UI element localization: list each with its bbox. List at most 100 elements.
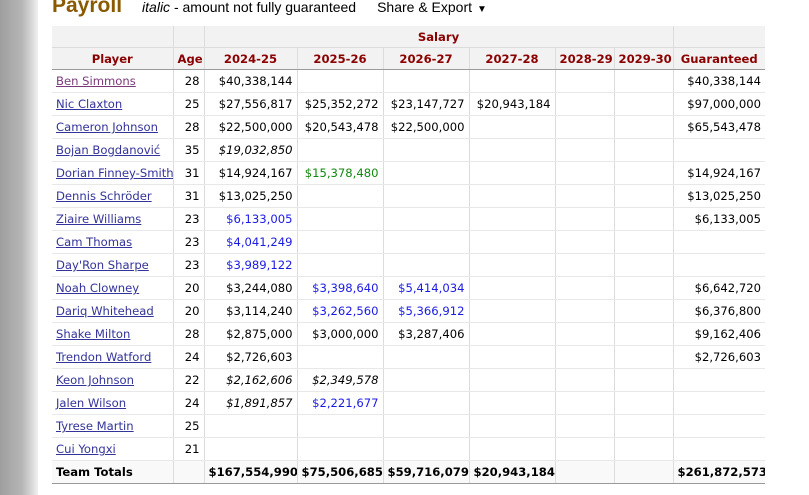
salary-cell-2028-29: [555, 299, 615, 323]
guaranteed-cell: [673, 138, 765, 162]
column-header-guaranteed[interactable]: Guaranteed: [673, 47, 765, 70]
age-cell: 20: [173, 276, 205, 300]
table-row: Dorian Finney-Smith 31 $14,924,167 $15,378,…: [52, 161, 765, 185]
player-cell: Ziaire Williams: [52, 207, 174, 231]
age-cell: 25: [173, 414, 205, 438]
player-link[interactable]: Ziaire Williams: [56, 212, 141, 226]
over-header-blank: [673, 26, 765, 48]
player-link[interactable]: Dorian Finney-Smith: [56, 166, 172, 180]
player-cell: Tyrese Martin: [52, 414, 174, 438]
table-row: Tyrese Martin 25: [52, 414, 765, 438]
salary-cell-2027-28: [469, 253, 556, 277]
salary-cell-2028-29: [555, 230, 615, 254]
salary-cell-2026-27: [383, 437, 470, 461]
salary-cell-2025-26: [297, 345, 384, 369]
salary-cell-2026-27: [383, 69, 470, 93]
column-header-age[interactable]: Age: [173, 47, 205, 70]
player-link[interactable]: Dariq Whitehead: [56, 304, 154, 318]
salary-cell-2026-27: [383, 414, 470, 438]
guaranteed-cell: $6,133,005: [673, 207, 765, 231]
player-link[interactable]: Nic Claxton: [56, 97, 122, 111]
salary-cell-2024-25: $40,338,144: [204, 69, 298, 93]
salary-cell-2028-29: [555, 368, 615, 392]
player-link[interactable]: Cam Thomas: [56, 235, 132, 249]
totals-guaranteed: $261,872,573: [673, 460, 765, 484]
salary-group-header: Salary: [204, 26, 674, 48]
player-link[interactable]: Trendon Watford: [56, 350, 151, 364]
player-cell: Bojan Bogdanović: [52, 138, 174, 162]
salary-cell-2025-26: [297, 414, 384, 438]
table-row: Keon Johnson 22 $2,162,606 $2,349,578: [52, 368, 765, 392]
share-export-button[interactable]: Share & Export ▼: [377, 0, 487, 15]
player-cell: Nic Claxton: [52, 92, 174, 116]
table-row: Dennis Schröder 31 $13,025,250 $13,025,250: [52, 184, 765, 208]
guaranteed-cell: [673, 230, 765, 254]
column-header-2026-27[interactable]: 2026-27: [383, 47, 470, 70]
age-cell: 21: [173, 437, 205, 461]
salary-cell-2026-27: $5,366,912: [383, 299, 470, 323]
salary-cell-2028-29: [555, 92, 615, 116]
table-row: Ziaire Williams 23 $6,133,005 $6,133,005: [52, 207, 765, 231]
player-link[interactable]: Tyrese Martin: [56, 419, 134, 433]
column-header-2024-25[interactable]: 2024-25: [204, 47, 298, 70]
salary-cell-2029-30: [614, 207, 674, 231]
chevron-down-icon: ▼: [477, 4, 487, 15]
salary-cell-2024-25: $3,989,122: [204, 253, 298, 277]
salary-cell-2024-25: [204, 414, 298, 438]
column-header-2028-29[interactable]: 2028-29: [555, 47, 615, 70]
player-link[interactable]: Cui Yongxi: [56, 442, 116, 456]
column-header-2025-26[interactable]: 2025-26: [297, 47, 384, 70]
totals-label: Team Totals: [52, 460, 174, 484]
salary-cell-2029-30: [614, 253, 674, 277]
column-header-player[interactable]: Player: [52, 47, 174, 70]
salary-cell-2029-30: [614, 184, 674, 208]
salary-cell-2026-27: $22,500,000: [383, 115, 470, 139]
guaranteed-cell: [673, 368, 765, 392]
salary-cell-2029-30: [614, 437, 674, 461]
salary-cell-2024-25: $14,924,167: [204, 161, 298, 185]
guaranteed-cell: [673, 437, 765, 461]
player-link[interactable]: Bojan Bogdanović: [56, 143, 160, 157]
salary-cell-2025-26: $2,349,578: [297, 368, 384, 392]
salary-cell-2026-27: $5,414,034: [383, 276, 470, 300]
guaranteed-cell: [673, 391, 765, 415]
salary-cell-2025-26: [297, 230, 384, 254]
salary-cell-2024-25: $2,162,606: [204, 368, 298, 392]
salary-cell-2027-28: [469, 207, 556, 231]
salary-cell-2028-29: [555, 69, 615, 93]
salary-cell-2027-28: [469, 161, 556, 185]
salary-cell-2025-26: [297, 207, 384, 231]
salary-cell-2028-29: [555, 322, 615, 346]
age-cell: 28: [173, 115, 205, 139]
player-link[interactable]: Keon Johnson: [56, 373, 134, 387]
player-link[interactable]: Noah Clowney: [56, 281, 139, 295]
column-header-2029-30[interactable]: 2029-30: [614, 47, 674, 70]
player-link[interactable]: Day'Ron Sharpe: [56, 258, 149, 272]
column-header-2027-28[interactable]: 2027-28: [469, 47, 556, 70]
salary-cell-2029-30: [614, 230, 674, 254]
player-link[interactable]: Cameron Johnson: [56, 120, 158, 134]
age-cell: 25: [173, 92, 205, 116]
age-cell: 24: [173, 345, 205, 369]
age-cell: 23: [173, 230, 205, 254]
player-link[interactable]: Shake Milton: [56, 327, 130, 341]
over-header-blank: [173, 26, 205, 48]
salary-cell-2026-27: $3,287,406: [383, 322, 470, 346]
age-cell: 28: [173, 69, 205, 93]
player-link[interactable]: Dennis Schröder: [56, 189, 152, 203]
salary-cell-2027-28: [469, 368, 556, 392]
salary-cell-2027-28: $20,943,184: [469, 92, 556, 116]
salary-cell-2025-26: [297, 253, 384, 277]
share-export-label: Share & Export: [377, 0, 473, 15]
salary-cell-2027-28: [469, 299, 556, 323]
player-link[interactable]: Ben Simmons: [56, 74, 136, 88]
salary-cell-2027-28: [469, 437, 556, 461]
salary-cell-2029-30: [614, 322, 674, 346]
header-group-row: Salary: [52, 26, 765, 48]
salary-cell-2029-30: [614, 414, 674, 438]
salary-cell-2029-30: [614, 69, 674, 93]
salary-cell-2029-30: [614, 115, 674, 139]
table-row: Bojan Bogdanović 35 $19,032,850: [52, 138, 765, 162]
player-cell: Dennis Schröder: [52, 184, 174, 208]
player-link[interactable]: Jalen Wilson: [56, 396, 126, 410]
